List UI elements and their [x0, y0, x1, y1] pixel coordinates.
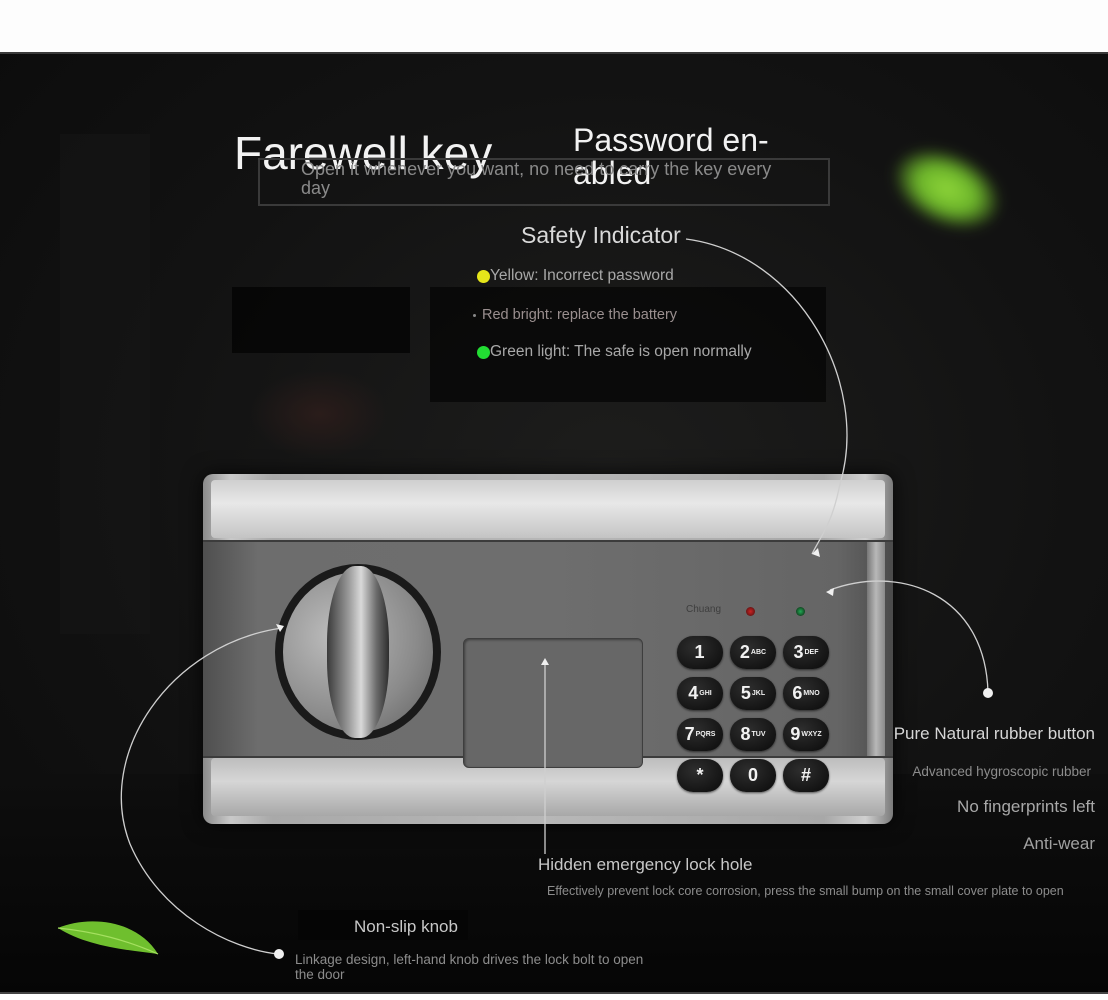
brand-label: Chuang [686, 604, 722, 615]
key-hash[interactable]: # [783, 759, 829, 792]
indicator-yellow: Yellow: Incorrect password [477, 267, 674, 285]
bottom-margin [0, 992, 1108, 1000]
key-digit: 7 [684, 724, 695, 744]
knob-description: Linkage design, left-hand knob drives th… [295, 952, 644, 982]
key-digit: 6 [792, 683, 803, 703]
leaf-icon [57, 921, 159, 955]
key-letters: WXYZ [801, 731, 822, 738]
rubber-feature: No fingerprints left [957, 797, 1095, 816]
safe-front: Chuang 1 2 ABC 3 DEF 4 GHI 5 JKL 6 MNO 7 PQRS … [203, 474, 893, 824]
emergency-cover-plate[interactable] [463, 638, 643, 768]
emergency-lock-title: Hidden emergency lock hole [538, 855, 753, 874]
key-digit: # [800, 765, 811, 785]
red-led-icon [746, 607, 755, 616]
key-digit: 0 [747, 765, 758, 785]
key-letters: TUV [751, 731, 766, 738]
green-dot-icon [477, 345, 490, 359]
key-3[interactable]: 3 DEF [783, 636, 829, 669]
key-digit: 1 [694, 642, 705, 662]
key-letters: JKL [751, 690, 766, 697]
key-letters: GHI [699, 690, 712, 697]
green-led-icon [796, 607, 805, 616]
indicator-label: Yellow: Incorrect password [490, 267, 674, 284]
key-digit: 2 [739, 642, 750, 662]
headline-description: Open it whenever you want, no need to ca… [301, 159, 772, 198]
key-letters: ABC [750, 649, 767, 656]
key-digit: 4 [688, 683, 699, 703]
key-7[interactable]: 7 PQRS [677, 718, 723, 751]
key-8[interactable]: 8 TUV [730, 718, 776, 751]
indicator-green: Green light: The safe is open normally [477, 343, 752, 361]
key-2[interactable]: 2 ABC [730, 636, 776, 669]
product-banner: Farewell key Password en- abled Open it … [0, 52, 1108, 992]
bullet-dot-icon [473, 313, 476, 317]
rubber-feature: Anti-wear [1023, 834, 1095, 853]
emergency-lock-description: Effectively prevent lock core corrosion,… [547, 884, 1064, 898]
key-5[interactable]: 5 JKL [730, 677, 776, 710]
keypad: 1 2 ABC 3 DEF 4 GHI 5 JKL 6 MNO 7 PQRS 8 TUV 9W… [677, 636, 829, 792]
knob-grip [327, 566, 389, 738]
key-9[interactable]: 9 WXYZ [783, 718, 829, 751]
yellow-dot-icon [477, 269, 490, 283]
background-column [60, 134, 150, 634]
key-0[interactable]: 0 [730, 759, 776, 792]
indicator-label: Green light: The safe is open normally [490, 343, 752, 360]
background-picture-frame [232, 287, 410, 353]
indicator-red: Red bright: replace the battery [473, 307, 677, 323]
indicator-label: Red bright: replace the battery [482, 307, 678, 323]
key-4[interactable]: 4 GHI [677, 677, 723, 710]
safe-side-rail [867, 542, 885, 756]
key-1[interactable]: 1 [677, 636, 723, 669]
top-margin [0, 0, 1108, 52]
blurred-leaf-icon [882, 134, 1012, 244]
key-letters: MNO [803, 690, 820, 697]
key-letters: DEF [804, 649, 819, 656]
rubber-feature: Advanced hygroscopic rubber [912, 764, 1091, 779]
key-digit: 9 [790, 724, 801, 744]
key-digit: 5 [740, 683, 751, 703]
background-plant [250, 369, 390, 459]
key-digit: 8 [740, 724, 751, 744]
key-letters: PQRS [695, 731, 716, 738]
key-star[interactable]: * [677, 759, 723, 792]
safe-top-trim [211, 480, 885, 538]
key-6[interactable]: 6 MNO [783, 677, 829, 710]
safety-indicator-title: Safety Indicator [521, 222, 681, 248]
rubber-button-title: Pure Natural rubber button [893, 724, 1095, 743]
key-digit: 3 [793, 642, 804, 662]
key-digit: * [696, 765, 704, 785]
keypad-callout-dot [983, 688, 993, 698]
knob-title: Non-slip knob [354, 917, 458, 936]
